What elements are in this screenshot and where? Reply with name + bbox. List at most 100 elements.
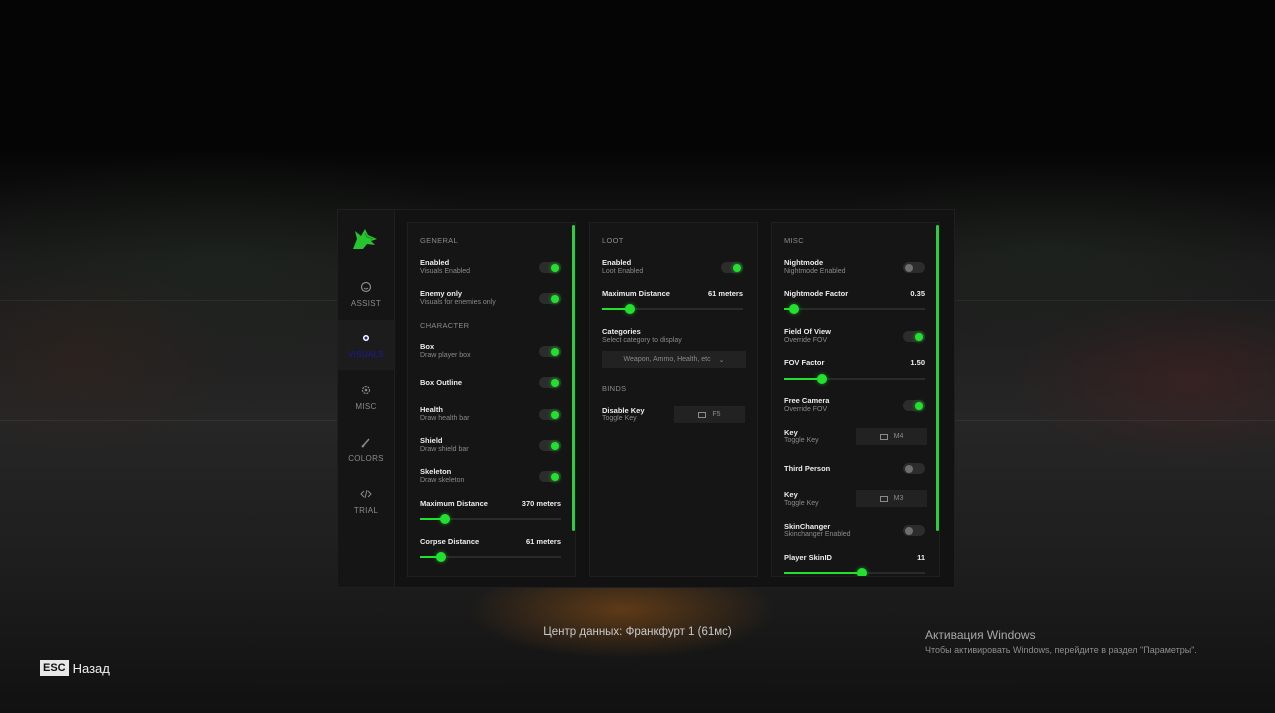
health-label: Health bbox=[420, 405, 443, 414]
section-misc: MISC bbox=[784, 236, 804, 245]
sidebar: ASSIST VISUALS MISC COLORS TRIAL bbox=[338, 210, 395, 587]
shield-toggle[interactable] bbox=[539, 440, 561, 451]
sidebar-item-colors[interactable]: COLORS bbox=[338, 424, 394, 474]
esc-key-badge: ESC bbox=[40, 660, 69, 676]
box-sublabel: Draw player box bbox=[420, 352, 471, 359]
sidebar-item-label: MISC bbox=[355, 401, 377, 411]
fov-toggle[interactable] bbox=[903, 331, 925, 342]
categories-dropdown[interactable]: Weapon, Ammo, Health, etc ⌄ bbox=[602, 351, 746, 368]
skeleton-label: Skeleton bbox=[420, 467, 452, 476]
fov-sublabel: Override FOV bbox=[784, 337, 828, 344]
sidebar-item-label: COLORS bbox=[348, 453, 384, 463]
keyboard-icon bbox=[879, 495, 888, 502]
box-toggle[interactable] bbox=[539, 346, 561, 357]
fov-label: Field Of View bbox=[784, 327, 831, 336]
code-icon bbox=[360, 488, 372, 500]
free-camera-sublabel: Override FOV bbox=[784, 406, 828, 413]
scrollbar[interactable] bbox=[936, 225, 939, 531]
enemy-only-toggle[interactable] bbox=[539, 293, 561, 304]
nightmode-factor-slider[interactable] bbox=[784, 304, 925, 314]
nightmode-sublabel: Nightmode Enabled bbox=[784, 268, 846, 275]
keyboard-icon bbox=[879, 433, 888, 440]
loot-max-distance-label: Maximum Distance bbox=[602, 289, 670, 298]
back-label: Назад bbox=[72, 660, 110, 676]
loot-enabled-toggle[interactable] bbox=[721, 262, 743, 273]
max-distance-label: Maximum Distance bbox=[420, 499, 488, 508]
nightmode-toggle[interactable] bbox=[903, 262, 925, 273]
windows-activation-watermark: Активация Windows Чтобы активировать Win… bbox=[925, 628, 1197, 655]
loot-panel: LOOT Enabled Loot Enabled Maximum Distan… bbox=[589, 222, 758, 577]
box-outline-toggle[interactable] bbox=[539, 377, 561, 388]
shield-sublabel: Draw shield bar bbox=[420, 446, 469, 453]
shield-label: Shield bbox=[420, 436, 443, 445]
categories-label: Categories bbox=[602, 327, 641, 336]
skinchanger-toggle[interactable] bbox=[903, 525, 925, 536]
third-person-toggle[interactable] bbox=[903, 463, 925, 474]
third-person-key-label: Key bbox=[784, 490, 798, 499]
chevron-down-icon: ⌄ bbox=[718, 356, 725, 364]
enemy-only-sublabel: Visuals for enemies only bbox=[420, 299, 496, 306]
nightmode-label: Nightmode bbox=[784, 258, 824, 267]
section-character: CHARACTER bbox=[420, 321, 470, 330]
corpse-distance-slider[interactable] bbox=[420, 552, 561, 562]
max-distance-slider[interactable] bbox=[420, 514, 561, 524]
disable-key-sublabel: Toggle Key bbox=[602, 415, 637, 422]
gear-icon bbox=[360, 384, 372, 396]
categories-sublabel: Select category to display bbox=[602, 337, 682, 344]
free-camera-key-bind-button[interactable]: M4 bbox=[856, 428, 927, 445]
disable-key-label: Disable Key bbox=[602, 406, 645, 415]
eye-icon bbox=[360, 332, 372, 344]
third-person-key-value: M3 bbox=[893, 495, 904, 502]
third-person-key-sublabel: Toggle Key bbox=[784, 500, 819, 507]
sidebar-item-visuals[interactable]: VISUALS bbox=[338, 320, 394, 370]
skeleton-sublabel: Draw skeleton bbox=[420, 477, 465, 484]
loot-enabled-sublabel: Loot Enabled bbox=[602, 268, 644, 275]
free-camera-key-sublabel: Toggle Key bbox=[784, 437, 819, 444]
back-button[interactable]: ESC Назад bbox=[40, 660, 110, 676]
enemy-only-label: Enemy only bbox=[420, 289, 463, 298]
sidebar-item-misc[interactable]: MISC bbox=[338, 372, 394, 422]
keyboard-icon bbox=[698, 411, 707, 418]
skinchanger-label: SkinChanger bbox=[784, 522, 831, 531]
loot-enabled-label: Enabled bbox=[602, 258, 632, 267]
health-toggle[interactable] bbox=[539, 409, 561, 420]
sidebar-item-label: VISUALS bbox=[348, 349, 384, 359]
skinchanger-sublabel: Skinchanger Enabled bbox=[784, 531, 851, 538]
corpse-distance-label: Corpse Distance bbox=[420, 537, 480, 546]
player-skin-slider[interactable] bbox=[784, 568, 925, 576]
fov-factor-label: FOV Factor bbox=[784, 358, 825, 367]
fov-factor-value: 1.50 bbox=[910, 358, 925, 367]
sidebar-item-assist[interactable]: ASSIST bbox=[338, 269, 394, 319]
fov-factor-slider[interactable] bbox=[784, 374, 925, 384]
disable-key-bind-button[interactable]: F5 bbox=[674, 406, 745, 423]
health-sublabel: Draw health bar bbox=[420, 415, 470, 422]
categories-selected: Weapon, Ammo, Health, etc bbox=[623, 356, 711, 363]
player-skin-label: Player SkinID bbox=[784, 553, 832, 562]
box-outline-label: Box Outline bbox=[420, 378, 463, 387]
scrollbar[interactable] bbox=[572, 225, 575, 531]
skeleton-toggle[interactable] bbox=[539, 471, 561, 482]
free-camera-toggle[interactable] bbox=[903, 400, 925, 411]
enabled-label: Enabled bbox=[420, 258, 450, 267]
disable-key-value: F5 bbox=[712, 411, 721, 418]
third-person-key-bind-button[interactable]: M3 bbox=[856, 490, 927, 507]
player-skin-value: 11 bbox=[917, 553, 925, 562]
max-distance-value: 370 meters bbox=[521, 499, 561, 508]
section-loot: LOOT bbox=[602, 236, 624, 245]
nightmode-factor-value: 0.35 bbox=[910, 289, 925, 298]
sidebar-item-label: TRIAL bbox=[353, 505, 379, 515]
loot-max-distance-slider[interactable] bbox=[602, 304, 743, 314]
sidebar-item-trial[interactable]: TRIAL bbox=[338, 476, 394, 526]
third-person-label: Third Person bbox=[784, 464, 831, 473]
box-label: Box bbox=[420, 342, 435, 351]
visuals-panel: GENERAL Enabled Visuals Enabled Enemy on… bbox=[407, 222, 576, 577]
brush-icon bbox=[360, 436, 372, 448]
section-binds: BINDS bbox=[602, 384, 627, 393]
sidebar-item-label: ASSIST bbox=[350, 298, 382, 308]
nightmode-factor-label: Nightmode Factor bbox=[784, 289, 849, 298]
target-icon bbox=[360, 281, 372, 293]
enabled-toggle[interactable] bbox=[539, 262, 561, 273]
cheat-menu-window: ASSIST VISUALS MISC COLORS TRIAL GENERAL… bbox=[337, 209, 955, 588]
free-camera-key-label: Key bbox=[784, 428, 798, 437]
loot-max-distance-value: 61 meters bbox=[707, 289, 743, 298]
